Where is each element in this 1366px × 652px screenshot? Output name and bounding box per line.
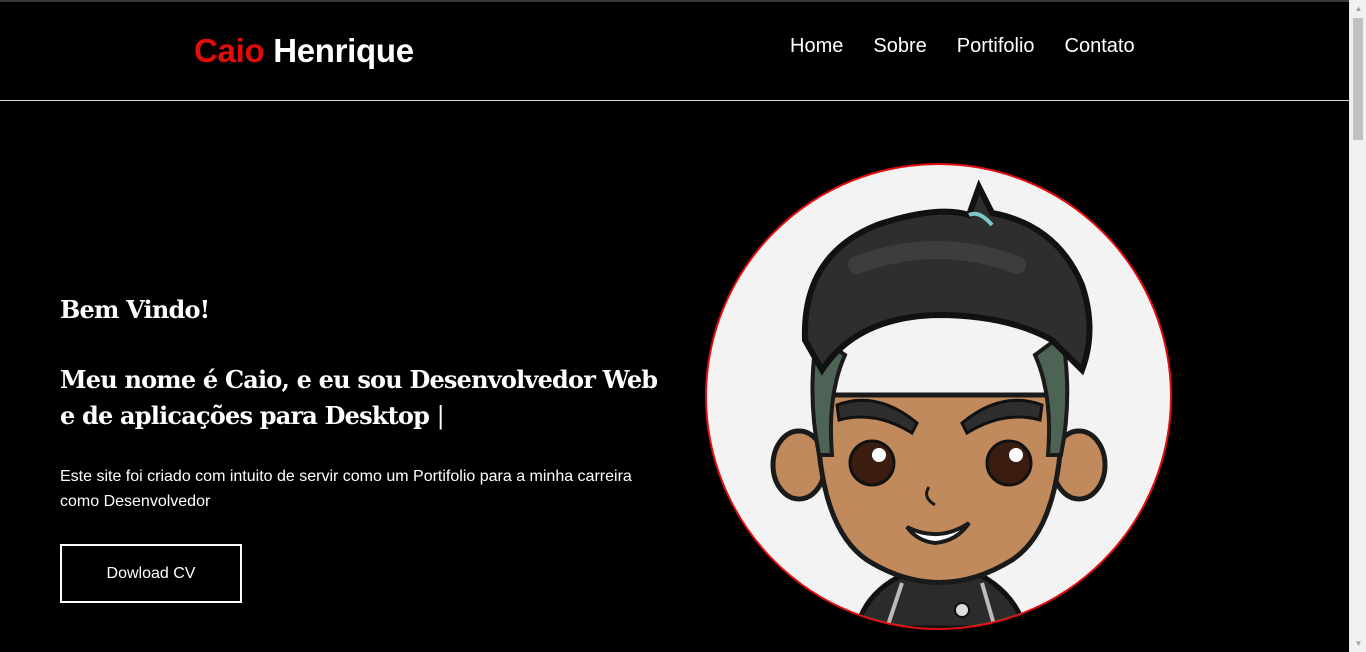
nav-link-contato[interactable]: Contato <box>1065 35 1135 58</box>
logo-first-name: Caio <box>194 32 265 69</box>
avatar <box>705 163 1172 630</box>
scrollbar-thumb[interactable] <box>1353 18 1363 140</box>
hero-headline: Meu nome é Caio, e eu sou Desenvolvedor … <box>60 362 660 434</box>
site-header: Caio Henrique Home Sobre Portifolio Cont… <box>0 2 1349 101</box>
download-cv-button[interactable]: Dowload CV <box>60 544 242 603</box>
typing-cursor: | <box>436 402 445 430</box>
page-scrollbar[interactable]: ▲ ▼ <box>1349 0 1366 652</box>
logo-last-name: Henrique <box>273 32 414 69</box>
main-nav: Home Sobre Portifolio Contato <box>790 35 1135 58</box>
scroll-up-arrow-icon[interactable]: ▲ <box>1350 0 1366 17</box>
hero-headline-text: Meu nome é Caio, e eu sou Desenvolvedor … <box>60 365 658 430</box>
welcome-heading: Bem Vindo! <box>60 295 210 324</box>
scroll-down-arrow-icon[interactable]: ▼ <box>1350 635 1366 652</box>
nav-link-portifolio[interactable]: Portifolio <box>957 35 1035 58</box>
site-logo[interactable]: Caio Henrique <box>194 32 414 70</box>
nav-link-home[interactable]: Home <box>790 35 843 58</box>
hero-description: Este site foi criado com intuito de serv… <box>60 468 632 510</box>
nav-link-sobre[interactable]: Sobre <box>873 35 926 58</box>
page: Caio Henrique Home Sobre Portifolio Cont… <box>0 0 1349 652</box>
cartoon-avatar-image <box>770 179 1108 628</box>
